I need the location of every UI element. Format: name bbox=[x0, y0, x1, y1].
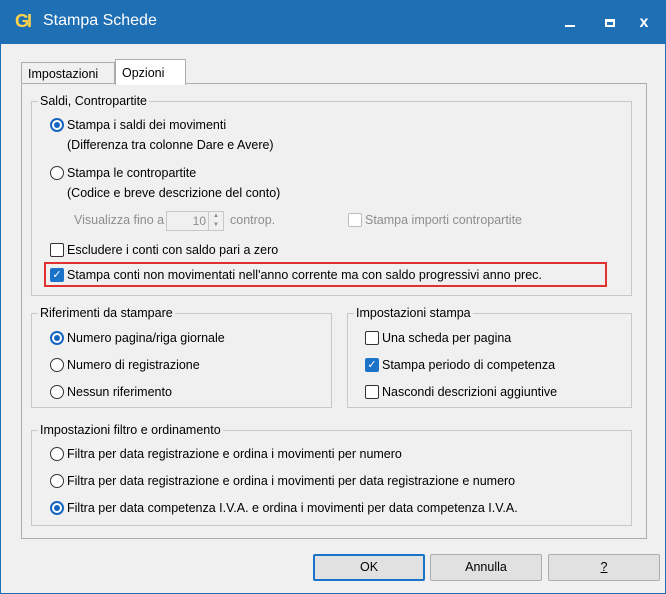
checkbox-stampa-conti-non-movimentati[interactable]: ✓ Stampa conti non movimentati nell'anno… bbox=[50, 267, 542, 284]
checkbox-indicator[interactable] bbox=[348, 213, 362, 227]
checkbox-nascondi-descrizioni[interactable]: Nascondi descrizioni aggiuntive bbox=[365, 384, 557, 401]
radio-indicator[interactable] bbox=[50, 474, 64, 488]
annulla-button[interactable]: Annulla bbox=[430, 554, 542, 581]
radio-numero-pagina[interactable]: Numero pagina/riga giornale bbox=[50, 330, 225, 347]
numero-registrazione-label: Numero di registrazione bbox=[67, 358, 200, 372]
stampa-schede-dialog: GI Stampa Schede x Impostazioni Opzioni … bbox=[0, 0, 666, 594]
stampa-saldi-sub: (Differenza tra colonne Dare e Avere) bbox=[67, 138, 274, 152]
filtro-legend: Impostazioni filtro e ordinamento bbox=[38, 422, 223, 438]
radio-stampa-contropartite[interactable]: Stampa le contropartite bbox=[50, 165, 196, 182]
radio-stampa-contropartite-label: Stampa le contropartite bbox=[67, 166, 197, 180]
radio-indicator[interactable] bbox=[50, 385, 64, 399]
ok-button[interactable]: OK bbox=[313, 554, 425, 581]
numero-pagina-label: Numero pagina/riga giornale bbox=[67, 331, 225, 345]
checkbox-una-scheda-per-pagina[interactable]: Una scheda per pagina bbox=[365, 330, 511, 347]
radio-indicator[interactable] bbox=[50, 358, 64, 372]
radio-stampa-saldi-label: Stampa i saldi dei movimenti bbox=[67, 118, 227, 132]
checkbox-indicator[interactable] bbox=[365, 385, 379, 399]
radio-nessun-riferimento[interactable]: Nessun riferimento bbox=[50, 384, 172, 401]
radio-filtra-competenza-iva[interactable]: Filtra per data competenza I.V.A. e ordi… bbox=[50, 500, 518, 517]
visualizza-spinner[interactable]: 10 ▲ ▼ bbox=[166, 211, 224, 231]
radio-indicator[interactable] bbox=[50, 447, 64, 461]
impostazioni-stampa-legend: Impostazioni stampa bbox=[354, 305, 473, 321]
filtra-competenza-iva-label: Filtra per data competenza I.V.A. e ordi… bbox=[67, 501, 518, 515]
radio-filtra-registrazione-numero[interactable]: Filtra per data registrazione e ordina i… bbox=[50, 446, 402, 463]
spin-down-icon[interactable]: ▼ bbox=[209, 221, 223, 230]
checkbox-indicator[interactable] bbox=[50, 243, 64, 257]
window-title: Stampa Schede bbox=[43, 12, 157, 29]
radio-indicator[interactable] bbox=[50, 118, 64, 132]
radio-indicator[interactable] bbox=[50, 166, 64, 180]
stampa-contropartite-sub: (Codice e breve descrizione del conto) bbox=[67, 186, 281, 200]
visualizza-label: Visualizza fino a bbox=[74, 212, 164, 229]
tab-impostazioni[interactable]: Impostazioni bbox=[21, 62, 115, 84]
visualizza-value[interactable]: 10 bbox=[193, 214, 206, 228]
spinner-buttons[interactable]: ▲ ▼ bbox=[208, 212, 223, 230]
checkbox-indicator[interactable] bbox=[365, 331, 379, 345]
checkbox-indicator[interactable]: ✓ bbox=[50, 268, 64, 282]
title-bar[interactable]: GI Stampa Schede x bbox=[1, 1, 665, 44]
controp-unit-text: controp. bbox=[230, 213, 276, 227]
saldi-legend: Saldi, Contropartite bbox=[38, 93, 150, 109]
riferimenti-legend: Riferimenti da stampare bbox=[38, 305, 175, 321]
radio-filtra-registrazione-data[interactable]: Filtra per data registrazione e ordina i… bbox=[50, 473, 515, 490]
una-scheda-label: Una scheda per pagina bbox=[382, 331, 512, 345]
radio-indicator[interactable] bbox=[50, 331, 64, 345]
stampa-periodo-label: Stampa periodo di competenza bbox=[382, 358, 556, 372]
escludere-label: Escludere i conti con saldo pari a zero bbox=[67, 243, 279, 257]
maximize-icon bbox=[605, 18, 615, 27]
stampa-saldi-sublabel: (Differenza tra colonne Dare e Avere) bbox=[67, 137, 274, 154]
stampa-importi-label: Stampa importi contropartite bbox=[365, 213, 523, 227]
checkbox-indicator[interactable]: ✓ bbox=[365, 358, 379, 372]
nascondi-descrizioni-label: Nascondi descrizioni aggiuntive bbox=[382, 385, 558, 399]
help-button[interactable]: ? bbox=[548, 554, 660, 581]
close-button[interactable]: x bbox=[621, 1, 666, 44]
nessun-riferimento-label: Nessun riferimento bbox=[67, 385, 172, 399]
filtra-registrazione-numero-label: Filtra per data registrazione e ordina i… bbox=[67, 447, 402, 461]
radio-indicator[interactable] bbox=[50, 501, 64, 515]
radio-stampa-saldi[interactable]: Stampa i saldi dei movimenti bbox=[50, 117, 226, 134]
spin-up-icon[interactable]: ▲ bbox=[209, 212, 223, 221]
visualizza-text: Visualizza fino a bbox=[74, 213, 165, 227]
opzioni-panel: Saldi, Contropartite Stampa i saldi dei … bbox=[21, 83, 647, 539]
close-icon: x bbox=[639, 13, 649, 31]
stampa-contropartite-sublabel: (Codice e breve descrizione del conto) bbox=[67, 185, 280, 202]
stampa-conti-label: Stampa conti non movimentati nell'anno c… bbox=[67, 268, 542, 282]
filtra-registrazione-data-label: Filtra per data registrazione e ordina i… bbox=[67, 474, 516, 488]
radio-numero-registrazione[interactable]: Numero di registrazione bbox=[50, 357, 200, 374]
checkbox-escludere-saldo-zero[interactable]: Escludere i conti con saldo pari a zero bbox=[50, 242, 278, 259]
app-logo-icon: GI bbox=[15, 11, 32, 31]
checkbox-stampa-periodo-competenza[interactable]: ✓ Stampa periodo di competenza bbox=[365, 357, 555, 374]
controp-unit-label: controp. bbox=[230, 212, 275, 229]
tab-opzioni[interactable]: Opzioni bbox=[115, 59, 186, 85]
checkbox-stampa-importi[interactable]: Stampa importi contropartite bbox=[348, 212, 522, 229]
minimize-icon bbox=[565, 24, 575, 27]
